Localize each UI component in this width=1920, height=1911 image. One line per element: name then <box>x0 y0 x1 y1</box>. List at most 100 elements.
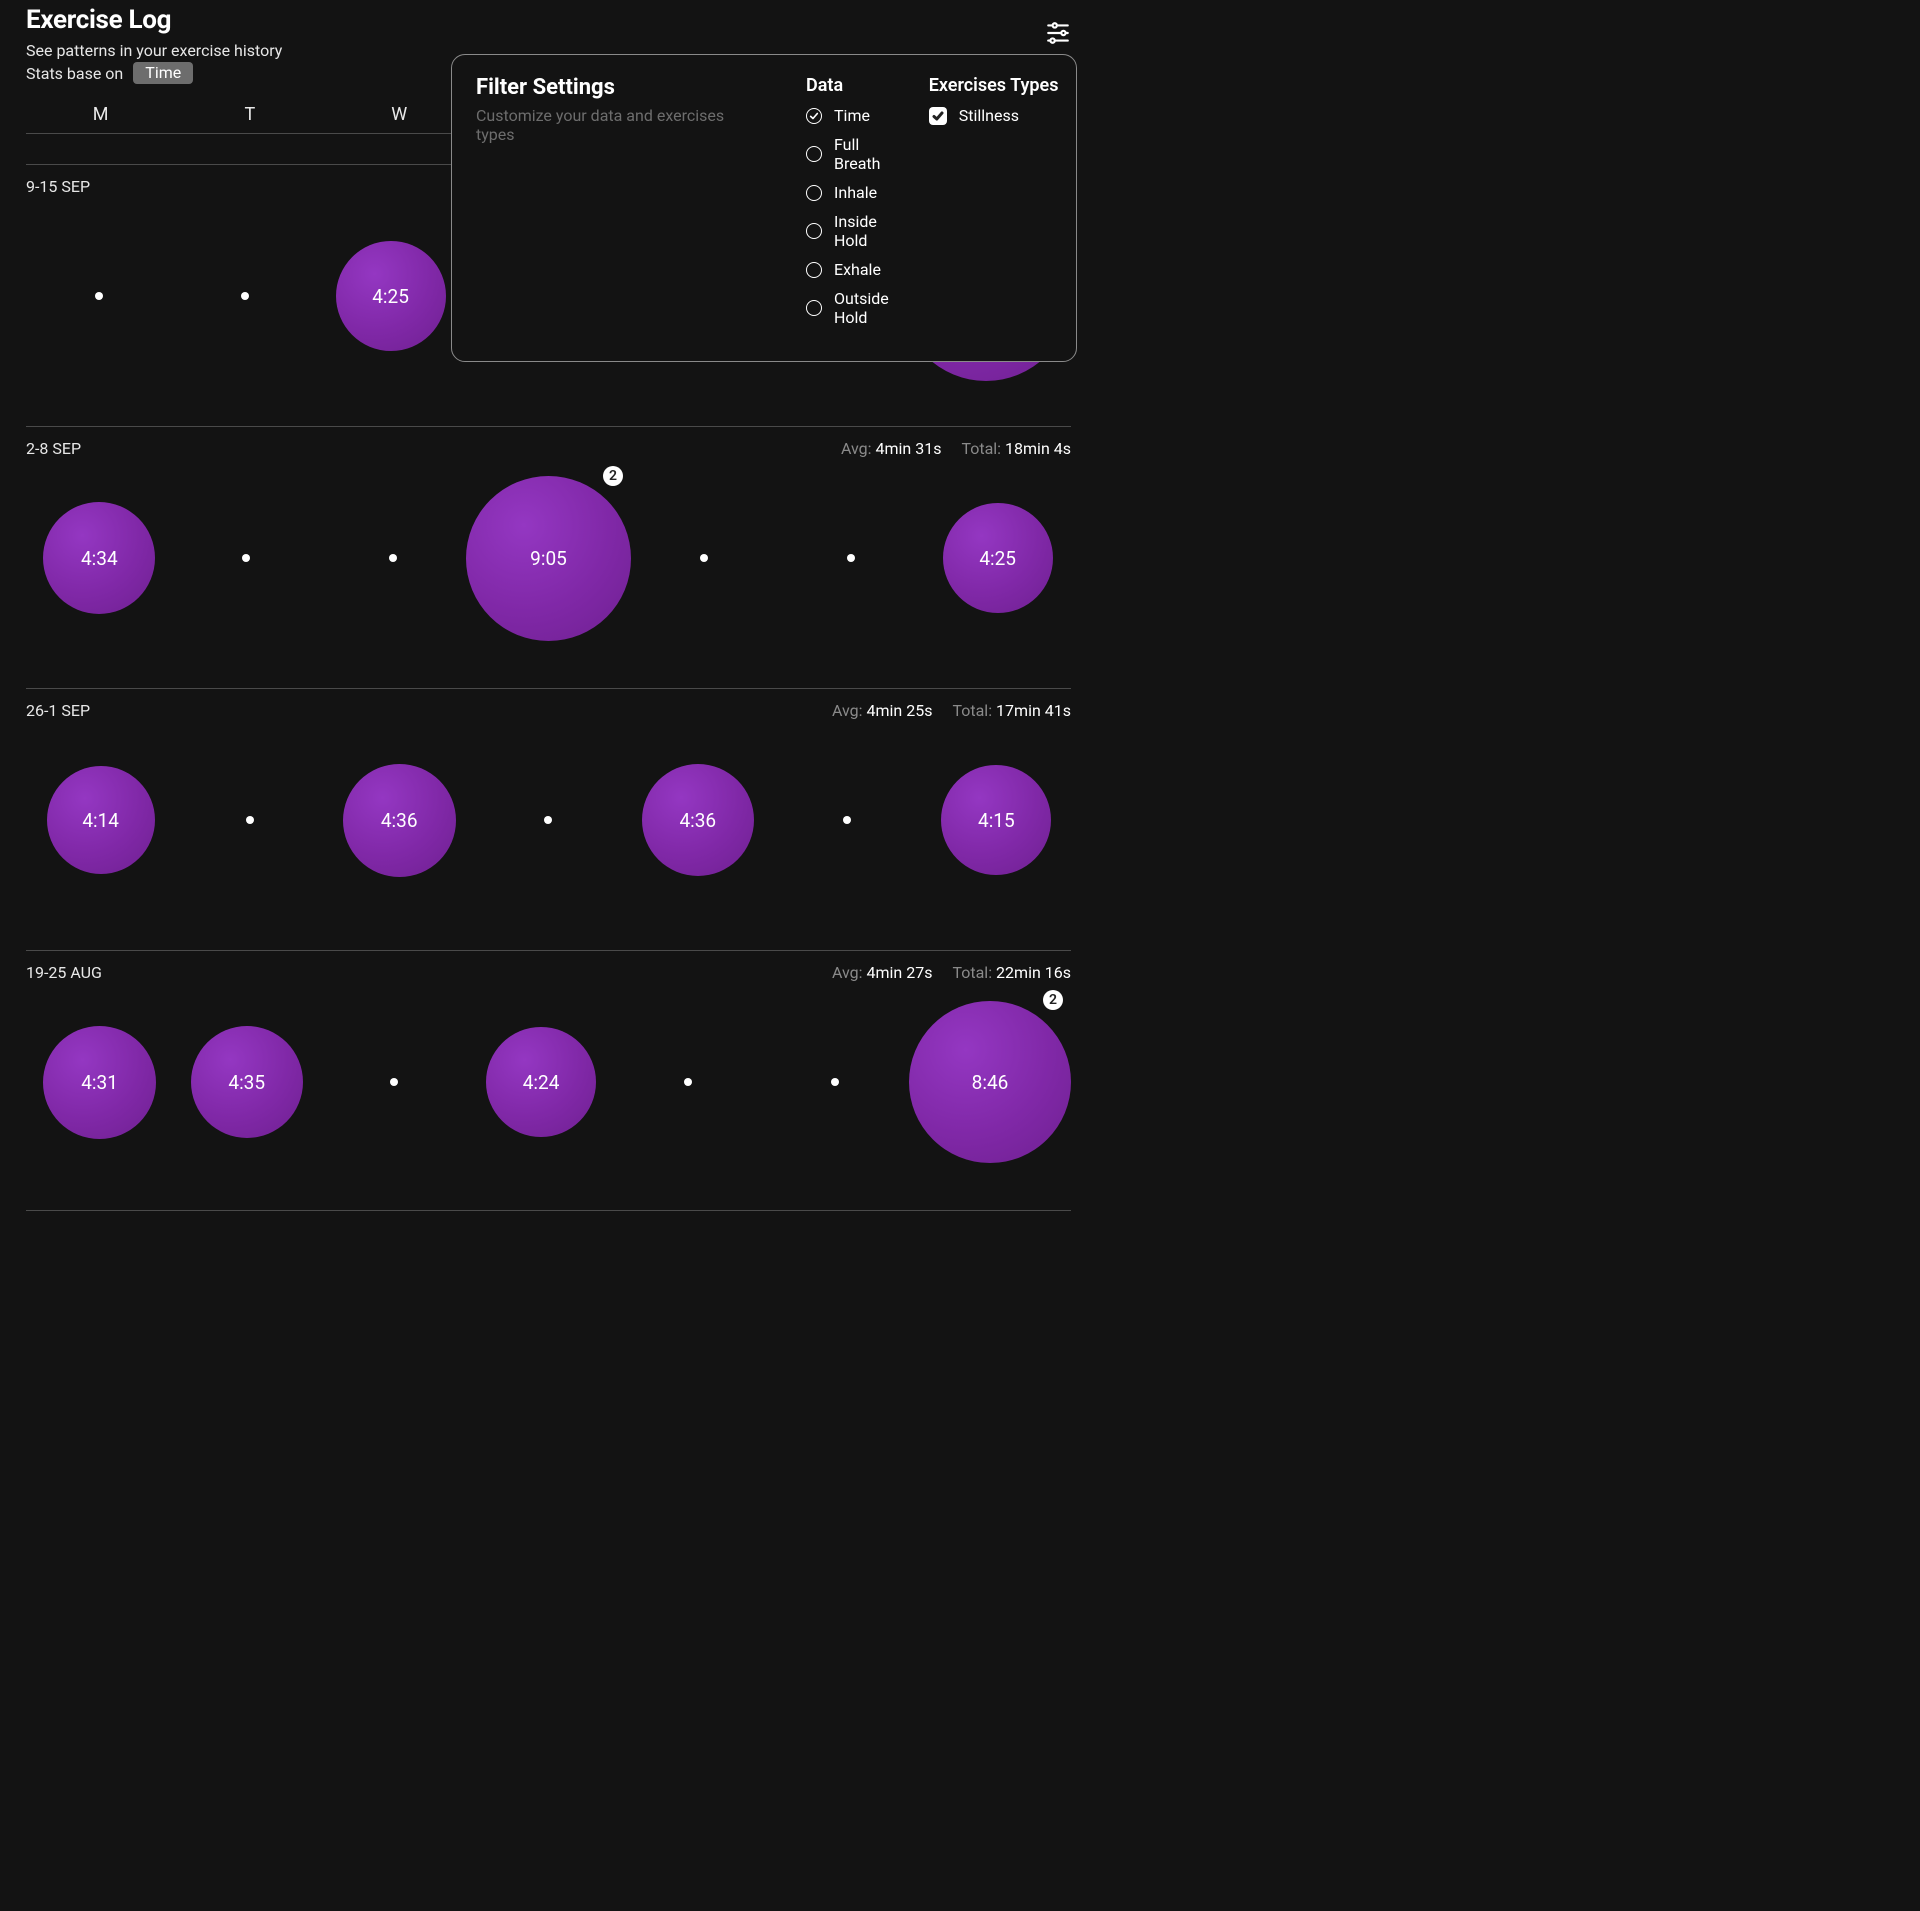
day-cell[interactable]: 4:36 <box>325 720 474 920</box>
empty-day-dot <box>684 1078 692 1086</box>
empty-day-dot <box>390 1078 398 1086</box>
total-value: 17min 41s <box>996 701 1071 720</box>
data-option[interactable]: Outside Hold <box>806 289 889 327</box>
week-summary: Avg: 4min 27sTotal: 22min 16s <box>832 963 1071 982</box>
exercise-bubble[interactable]: 4:25 <box>943 503 1053 613</box>
day-cell[interactable]: 4:25 <box>924 458 1071 658</box>
day-cell[interactable] <box>631 458 778 658</box>
empty-day-dot <box>242 554 250 562</box>
empty-day-dot <box>847 554 855 562</box>
bubble-value: 4:36 <box>381 809 418 832</box>
bubble-value: 4:35 <box>228 1071 265 1094</box>
bubble-value: 4:31 <box>81 1071 118 1094</box>
panel-subtitle: Customize your data and exercises types <box>476 106 766 144</box>
exercise-bubble[interactable]: 4:25 <box>336 241 446 351</box>
exercise-bubble[interactable]: 4:15 <box>941 765 1051 875</box>
total-label: Total: <box>952 701 996 720</box>
type-option-label: Stillness <box>959 106 1019 125</box>
exercise-bubble[interactable]: 4:35 <box>191 1026 303 1138</box>
divider <box>26 1210 1071 1211</box>
radio-icon <box>806 185 822 201</box>
week-summary: Avg: 4min 31sTotal: 18min 4s <box>841 439 1071 458</box>
total-value: 18min 4s <box>1005 439 1071 458</box>
bubble-value: 4:36 <box>679 809 716 832</box>
day-header: M <box>26 104 175 125</box>
day-cell[interactable]: 4:36 <box>623 720 772 920</box>
avg-label: Avg: <box>832 963 867 982</box>
day-cell[interactable] <box>474 720 623 920</box>
sliders-icon <box>1045 31 1071 50</box>
day-cell[interactable]: 4:34 <box>26 458 173 658</box>
day-cell[interactable]: 4:31 <box>26 982 173 1182</box>
stats-metric-chip[interactable]: Time <box>133 62 193 84</box>
bubble-value: 4:25 <box>372 285 409 308</box>
exercise-bubble[interactable]: 4:31 <box>43 1026 156 1139</box>
data-option-label: Outside Hold <box>834 289 889 327</box>
stats-label: Stats base on <box>26 64 123 83</box>
data-option[interactable]: Inside Hold <box>806 212 889 250</box>
bubble-value: 8:46 <box>972 1071 1009 1094</box>
day-cell[interactable]: 9:052 <box>466 458 631 658</box>
bubble-value: 4:15 <box>978 809 1015 832</box>
radio-icon <box>806 300 822 316</box>
radio-icon <box>806 146 822 162</box>
exercise-bubble[interactable]: 9:05 <box>466 476 631 641</box>
exercise-bubble[interactable]: 4:14 <box>47 766 155 874</box>
panel-title: Filter Settings <box>476 75 766 100</box>
empty-day-dot <box>246 816 254 824</box>
data-option[interactable]: Time <box>806 106 889 125</box>
total-label: Total: <box>961 439 1005 458</box>
bubble-value: 9:05 <box>530 547 567 570</box>
exercise-bubble[interactable]: 4:34 <box>43 502 155 614</box>
type-option[interactable]: Stillness <box>929 106 1059 125</box>
week-range: 26-1 SEP <box>26 701 90 720</box>
data-option[interactable]: Inhale <box>806 183 889 202</box>
day-cell[interactable] <box>319 458 466 658</box>
day-cell[interactable] <box>175 720 324 920</box>
day-cell[interactable] <box>615 982 762 1182</box>
page-title: Exercise Log <box>26 5 1071 35</box>
radio-icon <box>806 262 822 278</box>
day-cell[interactable]: 8:462 <box>909 982 1071 1182</box>
day-cell[interactable]: 4:35 <box>173 982 320 1182</box>
day-cell[interactable] <box>172 196 318 396</box>
exercise-bubble[interactable]: 4:36 <box>343 764 456 877</box>
data-option[interactable]: Full Breath <box>806 135 889 173</box>
filter-settings-panel: Filter Settings Customize your data and … <box>451 54 1077 362</box>
empty-day-dot <box>95 292 103 300</box>
week-range: 19-25 AUG <box>26 963 102 982</box>
day-cell[interactable] <box>762 982 909 1182</box>
day-cell[interactable] <box>320 982 467 1182</box>
panel-types-heading: Exercises Types <box>929 75 1059 96</box>
exercise-bubble[interactable]: 4:24 <box>486 1027 596 1137</box>
avg-label: Avg: <box>841 439 876 458</box>
empty-day-dot <box>700 554 708 562</box>
week-summary: Avg: 4min 25s Total: 17min 41s <box>832 701 1071 720</box>
total-value: 22min 16s <box>996 963 1071 982</box>
data-option-label: Exhale <box>834 260 881 279</box>
day-cell[interactable]: 4:15 <box>922 720 1071 920</box>
avg-value: 4min 25s <box>867 701 933 720</box>
day-cell[interactable] <box>173 458 320 658</box>
day-cell[interactable]: 4:14 <box>26 720 175 920</box>
data-option[interactable]: Exhale <box>806 260 889 279</box>
data-option-label: Full Breath <box>834 135 889 173</box>
empty-day-dot <box>831 1078 839 1086</box>
data-option-label: Inhale <box>834 183 877 202</box>
empty-day-dot <box>544 816 552 824</box>
avg-label: Avg: <box>832 701 867 720</box>
day-cell[interactable] <box>778 458 925 658</box>
filter-settings-button[interactable] <box>1045 20 1071 46</box>
empty-day-dot <box>843 816 851 824</box>
checkbox-checked-icon <box>929 107 947 125</box>
exercise-bubble[interactable]: 8:46 <box>909 1001 1071 1163</box>
avg-value: 4min 27s <box>867 963 933 982</box>
day-cell[interactable]: 4:25 <box>318 196 464 396</box>
day-cell[interactable]: 4:24 <box>468 982 615 1182</box>
day-cell[interactable] <box>26 196 172 396</box>
data-option-label: Time <box>834 106 870 125</box>
bubble-value: 4:34 <box>81 547 118 570</box>
day-cell[interactable] <box>772 720 921 920</box>
exercise-bubble[interactable]: 4:36 <box>642 764 754 876</box>
week-range: 9-15 SEP <box>26 177 90 196</box>
